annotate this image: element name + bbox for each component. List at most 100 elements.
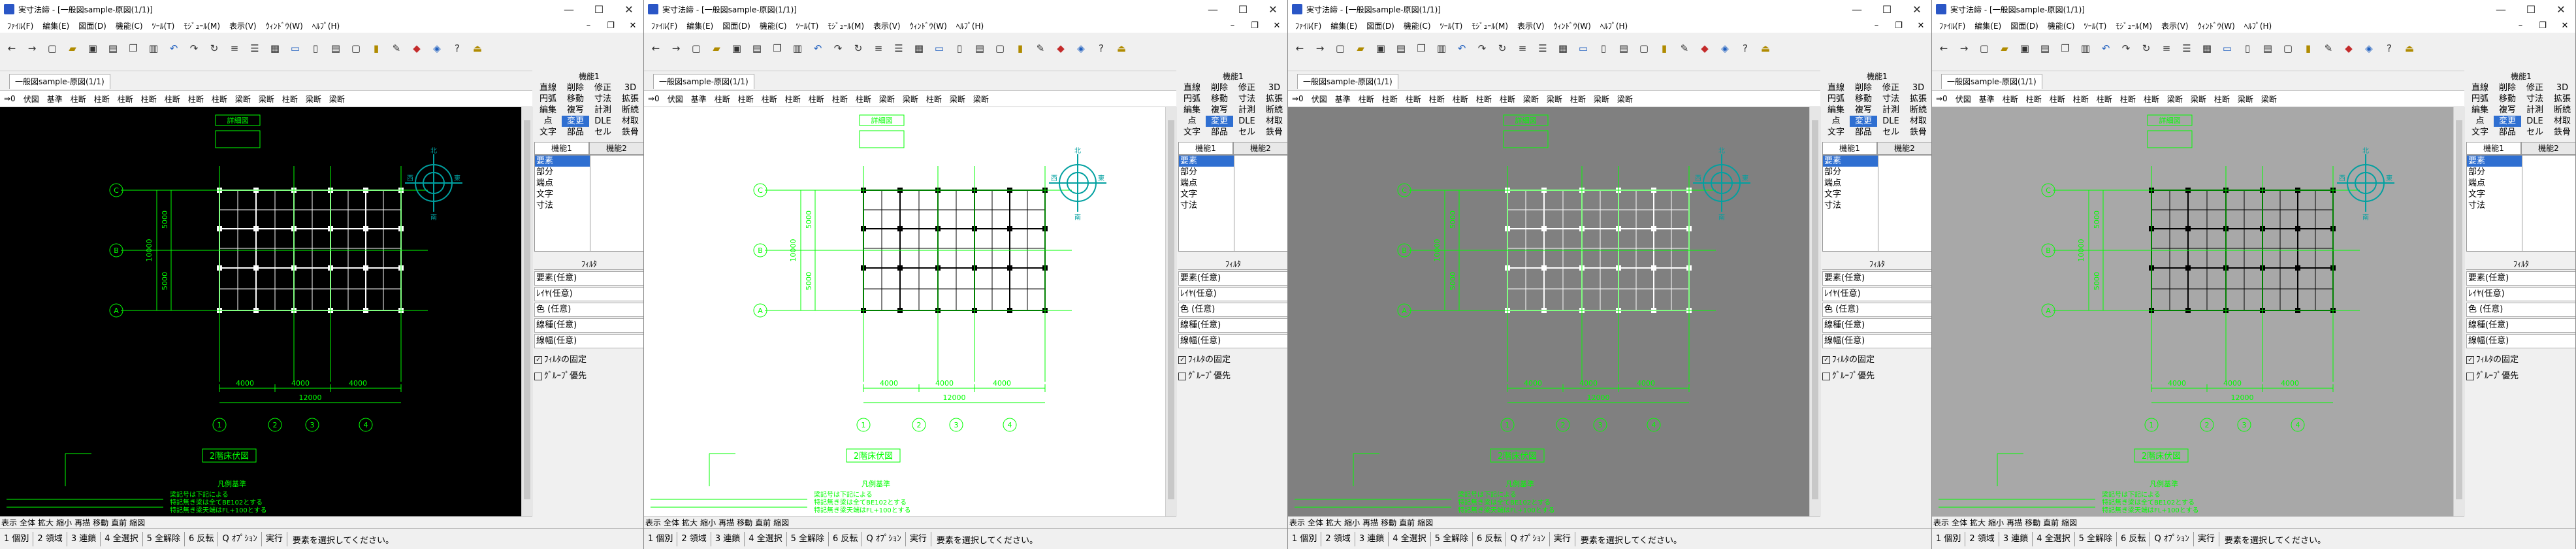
function-cell[interactable]: 円弧 [1178, 93, 1206, 105]
forward-icon[interactable]: → [667, 39, 685, 58]
redo-icon[interactable]: ↷ [2117, 39, 2135, 58]
function-cell[interactable]: DLE [589, 116, 617, 127]
back-icon[interactable]: ← [647, 39, 665, 58]
view-zoom-in[interactable]: 拡大 [37, 517, 55, 528]
function-cell[interactable]: 文字 [1822, 127, 1850, 138]
mode-partial[interactable]: 部分 [2467, 167, 2522, 178]
function-cell[interactable]: 3D [617, 82, 643, 93]
sheet-icon[interactable]: ▢ [991, 39, 1009, 58]
layer-icon[interactable]: ≡ [869, 39, 888, 58]
layer-item[interactable]: 梁断 [231, 93, 255, 105]
layer-icon[interactable]: ≡ [1513, 39, 1532, 58]
filter-linetype[interactable]: 線種(任意) [1822, 318, 1931, 333]
fkey-execute[interactable]: 実行 [1550, 532, 1575, 546]
function-cell[interactable]: 複写 [1206, 105, 1233, 116]
menu-file[interactable]: ﾌｧｲﾙ(F) [1935, 20, 1970, 31]
back-icon[interactable]: ← [1291, 39, 1309, 58]
new-file-icon[interactable]: ▢ [687, 39, 705, 58]
function-cell[interactable]: 3D [2549, 82, 2575, 93]
view-display[interactable]: 表示 [644, 517, 662, 528]
function-cell[interactable]: 点 [1178, 116, 1206, 127]
drawing-canvas[interactable]: C B A 1 2 3 4 10000 5000 5000 4000 4000 4000 12000 詳細図… [1288, 107, 1809, 516]
filter-layer[interactable]: ﾚｲﾔ(任意) [1822, 287, 1931, 301]
properties-icon[interactable]: ▯ [2238, 39, 2257, 58]
exit-icon[interactable]: ⏏ [468, 39, 487, 58]
fkey-execute[interactable]: 実行 [262, 532, 287, 546]
function-cell[interactable]: 直線 [534, 82, 562, 93]
function-cell[interactable]: 断続 [617, 105, 643, 116]
layer-item[interactable]: 梁断 [875, 93, 899, 105]
menu-help[interactable]: ﾍﾙﾌﾟ(H) [2240, 20, 2276, 31]
redraw-icon[interactable]: ↻ [205, 39, 223, 58]
layer-item[interactable]: 柱断 [805, 93, 828, 105]
layer-item[interactable]: 柱断 [2140, 93, 2163, 105]
help-icon[interactable]: ? [448, 39, 466, 58]
function-cell[interactable]: 削除 [1206, 82, 1233, 93]
fkey-chain[interactable]: 3 連鎖 [1355, 532, 1389, 546]
menu-edit[interactable]: 編集(E) [1970, 20, 2006, 31]
menu-function[interactable]: 機能(C) [1399, 20, 1436, 31]
filter-element[interactable]: 要素(任意) [1822, 271, 1931, 286]
grid-icon[interactable]: ▦ [910, 39, 928, 58]
sheet-icon[interactable]: ▢ [1635, 39, 1653, 58]
redraw-icon[interactable]: ↻ [1493, 39, 1511, 58]
view-zoom-out[interactable]: 縮小 [699, 517, 717, 528]
filter-layer[interactable]: ﾚｲﾔ(任意) [1178, 287, 1287, 301]
layer-list-icon[interactable]: ☰ [890, 39, 908, 58]
help-icon[interactable]: ? [2380, 39, 2398, 58]
color-cube-icon[interactable]: ◆ [1052, 39, 1070, 58]
layer-item[interactable]: 梁断 [325, 93, 349, 105]
filter-linewidth[interactable]: 線幅(任意) [534, 334, 643, 348]
layer-item[interactable]: 柱断 [758, 93, 781, 105]
pen-icon[interactable]: ✎ [387, 39, 406, 58]
layer-item[interactable]: 柱断 [2093, 93, 2116, 105]
function-cell[interactable]: 材取 [1905, 116, 1931, 127]
layer-item[interactable]: 柱断 [2046, 93, 2069, 105]
layer-item[interactable]: 柱断 [161, 93, 184, 105]
child-minimize-button[interactable]: – [1865, 21, 1888, 31]
layer-item[interactable]: 梁断 [1613, 93, 1637, 105]
function-cell[interactable]: 変更 [562, 116, 589, 127]
document-tab[interactable]: 一般図sample-原図(1/1) [1297, 74, 1398, 89]
filter-color[interactable]: 色 (任意) [1178, 303, 1287, 317]
filter-linewidth[interactable]: 線幅(任意) [2466, 334, 2575, 348]
minimize-button[interactable]: — [2486, 0, 2516, 18]
menu-tool[interactable]: ﾂｰﾙ(T) [1436, 20, 1468, 31]
menu-tool[interactable]: ﾂｰﾙ(T) [792, 20, 824, 31]
scrollbar-thumb[interactable] [2456, 120, 2462, 499]
print-icon[interactable]: ▤ [748, 39, 766, 58]
new-file-icon[interactable]: ▢ [1975, 39, 1993, 58]
fkey-select-all[interactable]: 4 全選択 [1389, 532, 1431, 546]
function-cell[interactable]: 円弧 [534, 93, 562, 105]
function-cell[interactable]: 直線 [1822, 82, 1850, 93]
print-icon[interactable]: ▤ [2036, 39, 2054, 58]
function-cell[interactable]: 修正 [589, 82, 617, 93]
function-cell[interactable]: 複写 [2494, 105, 2521, 116]
maximize-button[interactable]: ☐ [1228, 0, 1258, 18]
function-cell[interactable]: 3D [1905, 82, 1931, 93]
layer-list-icon[interactable]: ☰ [2178, 39, 2196, 58]
fkey-option[interactable]: Q ｵﾌﾟｼｮﾝ [862, 532, 906, 546]
filter-linetype[interactable]: 線種(任意) [1178, 318, 1287, 333]
back-icon[interactable]: ← [1935, 39, 1953, 58]
view-redraw[interactable]: 再描 [73, 517, 91, 528]
layer-item[interactable]: 柱断 [114, 93, 137, 105]
function-cell[interactable]: 複写 [1850, 105, 1877, 116]
function-cell[interactable]: 鉄骨 [617, 127, 643, 138]
new-file-icon[interactable]: ▢ [1331, 39, 1349, 58]
filter-linetype[interactable]: 線種(任意) [2466, 318, 2575, 333]
function-cell[interactable]: 点 [2466, 116, 2494, 127]
layer-item[interactable]: ⇒0 [644, 94, 664, 103]
help-icon[interactable]: ? [1092, 39, 1110, 58]
mode-element[interactable]: 要素 [2467, 156, 2522, 167]
view-pan[interactable]: 移動 [735, 517, 754, 528]
layer-item[interactable]: 梁断 [2257, 93, 2281, 105]
fkey-execute[interactable]: 実行 [906, 532, 931, 546]
layer-item[interactable]: 柱断 [922, 93, 946, 105]
function-cell[interactable]: 移動 [2494, 93, 2521, 105]
table-icon[interactable]: ▤ [1615, 39, 1633, 58]
filter-linewidth[interactable]: 線幅(任意) [1822, 334, 1931, 348]
layer-item[interactable]: 柱断 [1566, 93, 1590, 105]
fkey-option[interactable]: Q ｵﾌﾟｼｮﾝ [218, 532, 262, 546]
sheet-icon[interactable]: ▢ [2279, 39, 2297, 58]
